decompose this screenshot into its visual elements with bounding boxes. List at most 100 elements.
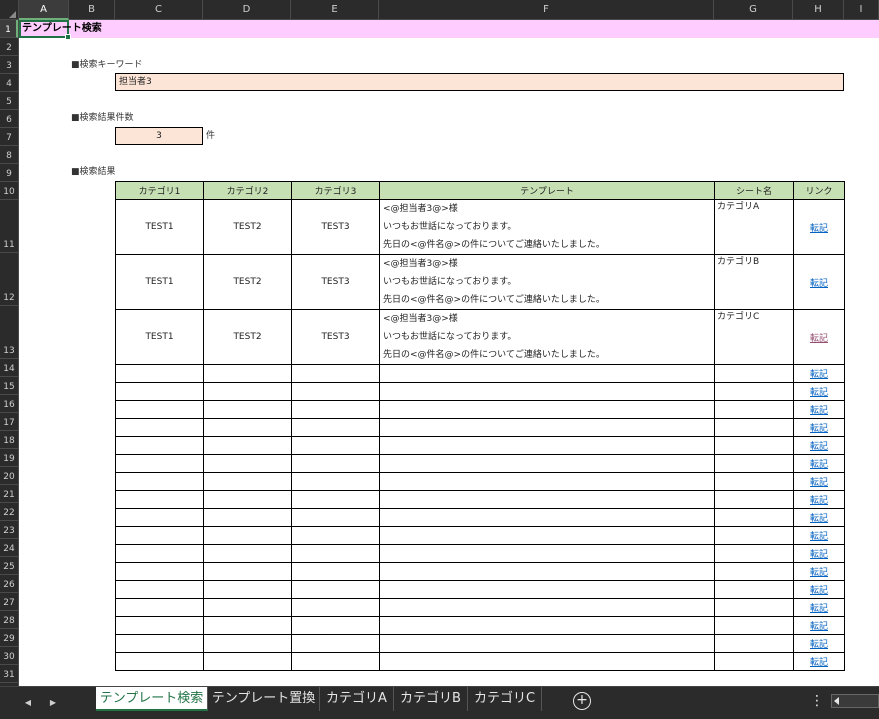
empty-cell[interactable]: [291, 436, 380, 455]
empty-cell[interactable]: [291, 472, 380, 491]
empty-cell[interactable]: [203, 562, 292, 581]
empty-cell[interactable]: [291, 616, 380, 635]
column-header-c[interactable]: C: [115, 0, 203, 20]
row-header-31[interactable]: 31: [0, 665, 18, 683]
empty-cell[interactable]: [115, 490, 204, 509]
empty-cell[interactable]: [115, 634, 204, 653]
sheet-tab-4[interactable]: カテゴリB: [394, 687, 468, 711]
transcribe-link[interactable]: 転記: [810, 442, 828, 452]
sheet-tab-1[interactable]: テンプレート検索: [96, 687, 208, 711]
empty-cell[interactable]: [115, 436, 204, 455]
column-header-e[interactable]: E: [291, 0, 379, 20]
empty-cell[interactable]: [291, 454, 380, 473]
row-header-18[interactable]: 18: [0, 431, 18, 449]
transcribe-link[interactable]: 転記: [810, 279, 828, 289]
empty-cell[interactable]: [714, 472, 794, 491]
empty-cell[interactable]: [203, 652, 292, 671]
empty-cell[interactable]: [379, 490, 715, 509]
transcribe-link[interactable]: 転記: [810, 388, 828, 398]
transcribe-link[interactable]: 転記: [810, 586, 828, 596]
empty-cell[interactable]: [115, 508, 204, 527]
empty-cell[interactable]: [203, 580, 292, 599]
transcribe-link[interactable]: 転記: [810, 224, 828, 234]
transcribe-link[interactable]: 転記: [810, 622, 828, 632]
transcribe-link[interactable]: 転記: [810, 496, 828, 506]
empty-cell[interactable]: [291, 634, 380, 653]
empty-cell[interactable]: [203, 508, 292, 527]
transcribe-link[interactable]: 転記: [810, 334, 828, 344]
empty-cell[interactable]: [115, 382, 204, 401]
prev-sheet-icon[interactable]: ◀: [20, 695, 36, 711]
transcribe-link[interactable]: 転記: [810, 658, 828, 668]
empty-cell[interactable]: [714, 382, 794, 401]
empty-cell[interactable]: [291, 508, 380, 527]
empty-cell[interactable]: [379, 526, 715, 545]
transcribe-link[interactable]: 転記: [810, 370, 828, 380]
row-header-16[interactable]: 16: [0, 395, 18, 413]
horizontal-scrollbar[interactable]: [831, 694, 879, 708]
empty-cell[interactable]: [379, 652, 715, 671]
row-header-19[interactable]: 19: [0, 449, 18, 467]
empty-cell[interactable]: [115, 616, 204, 635]
empty-cell[interactable]: [203, 472, 292, 491]
row-header-5[interactable]: 5: [0, 92, 18, 110]
row-header-1[interactable]: 1: [0, 20, 18, 38]
row-header-9[interactable]: 9: [0, 164, 18, 182]
empty-cell[interactable]: [714, 364, 794, 383]
transcribe-link[interactable]: 転記: [810, 550, 828, 560]
empty-cell[interactable]: [714, 436, 794, 455]
row-header-24[interactable]: 24: [0, 539, 18, 557]
empty-cell[interactable]: [714, 526, 794, 545]
row-header-17[interactable]: 17: [0, 413, 18, 431]
empty-cell[interactable]: [115, 562, 204, 581]
transcribe-link[interactable]: 転記: [810, 640, 828, 650]
empty-cell[interactable]: [714, 580, 794, 599]
empty-cell[interactable]: [291, 526, 380, 545]
empty-cell[interactable]: [379, 400, 715, 419]
row-header-23[interactable]: 23: [0, 521, 18, 539]
row-header-30[interactable]: 30: [0, 647, 18, 665]
empty-cell[interactable]: [203, 616, 292, 635]
empty-cell[interactable]: [379, 616, 715, 635]
empty-cell[interactable]: [115, 400, 204, 419]
transcribe-link[interactable]: 転記: [810, 460, 828, 470]
empty-cell[interactable]: [379, 472, 715, 491]
empty-cell[interactable]: [203, 418, 292, 437]
empty-cell[interactable]: [115, 454, 204, 473]
sheet-tab-2[interactable]: テンプレート置換: [208, 687, 320, 711]
row-header-7[interactable]: 7: [0, 128, 18, 146]
row-header-28[interactable]: 28: [0, 611, 18, 629]
column-header-h[interactable]: H: [793, 0, 844, 20]
row-header-3[interactable]: 3: [0, 56, 18, 74]
next-sheet-icon[interactable]: ▶: [45, 695, 61, 711]
empty-cell[interactable]: [291, 418, 380, 437]
empty-cell[interactable]: [115, 526, 204, 545]
empty-cell[interactable]: [203, 436, 292, 455]
empty-cell[interactable]: [291, 544, 380, 563]
empty-cell[interactable]: [291, 364, 380, 383]
empty-cell[interactable]: [291, 382, 380, 401]
empty-cell[interactable]: [115, 652, 204, 671]
row-header-10[interactable]: 10: [0, 182, 18, 200]
empty-cell[interactable]: [379, 454, 715, 473]
empty-cell[interactable]: [714, 508, 794, 527]
empty-cell[interactable]: [291, 652, 380, 671]
row-header-22[interactable]: 22: [0, 503, 18, 521]
empty-cell[interactable]: [714, 490, 794, 509]
empty-cell[interactable]: [379, 580, 715, 599]
row-header-13[interactable]: 13: [0, 306, 18, 359]
empty-cell[interactable]: [714, 616, 794, 635]
column-header-f[interactable]: F: [379, 0, 714, 20]
empty-cell[interactable]: [714, 418, 794, 437]
empty-cell[interactable]: [379, 634, 715, 653]
scroll-left-icon[interactable]: [834, 697, 839, 705]
sheet-tab-3[interactable]: カテゴリA: [320, 687, 394, 711]
row-header-8[interactable]: 8: [0, 146, 18, 164]
empty-cell[interactable]: [115, 364, 204, 383]
column-header-i[interactable]: I: [844, 0, 879, 20]
empty-cell[interactable]: [291, 580, 380, 599]
empty-cell[interactable]: [115, 472, 204, 491]
transcribe-link[interactable]: 転記: [810, 478, 828, 488]
row-header-27[interactable]: 27: [0, 593, 18, 611]
empty-cell[interactable]: [115, 418, 204, 437]
